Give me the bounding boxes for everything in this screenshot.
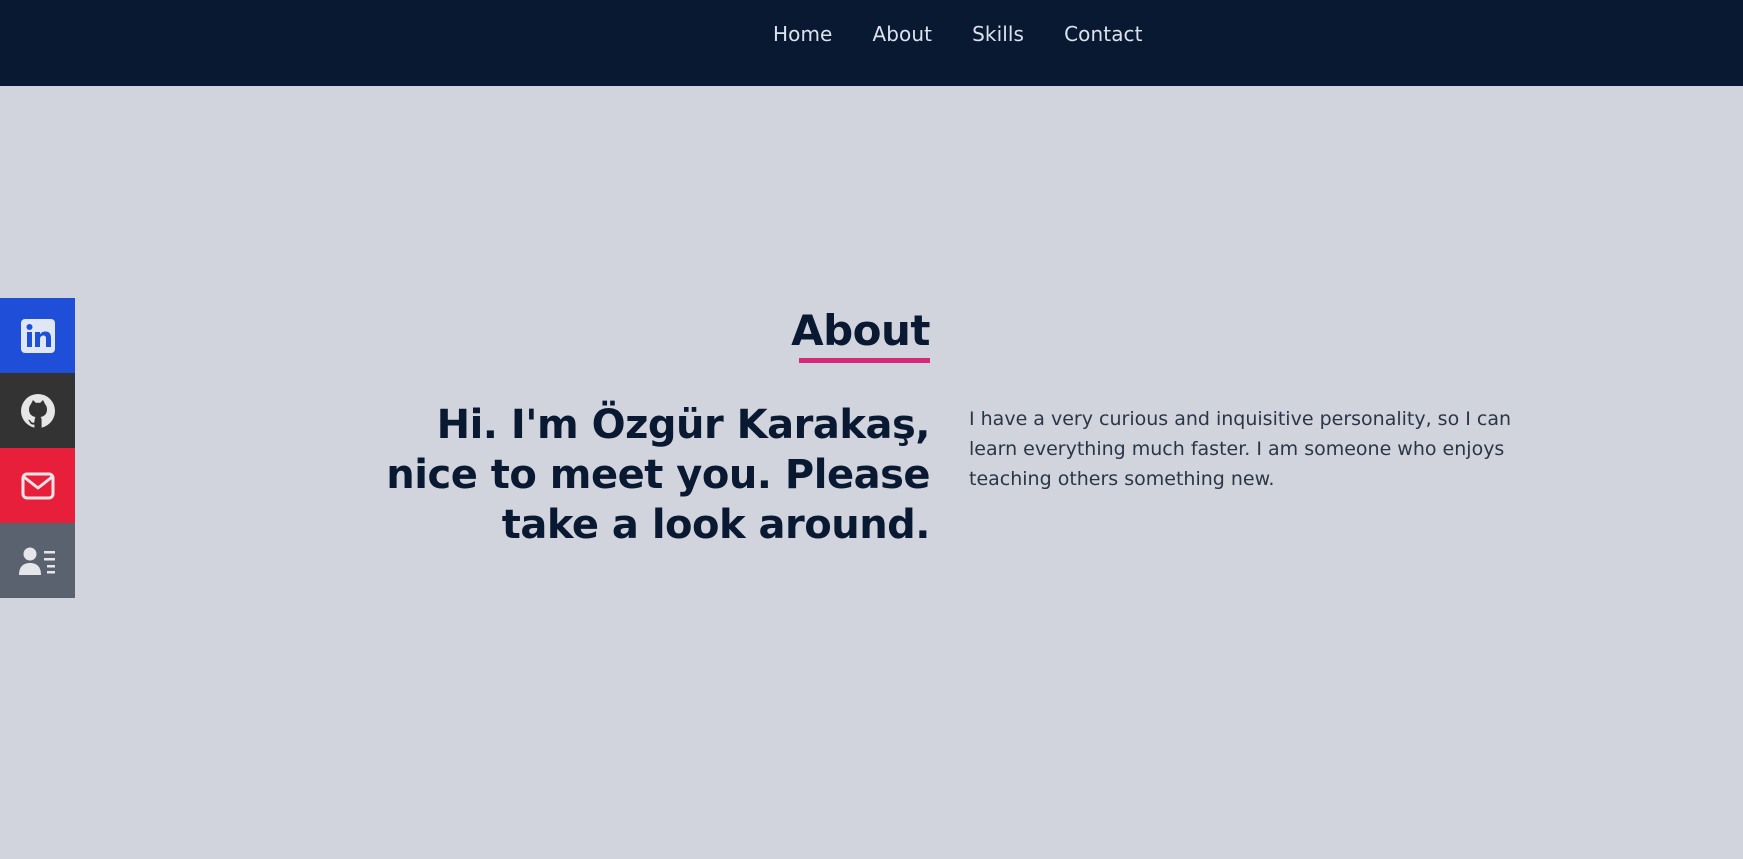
nav-contact-link[interactable]: Contact — [1064, 22, 1143, 46]
email-button[interactable] — [0, 448, 75, 523]
contact-button[interactable] — [0, 523, 75, 598]
nav-links: Home About Skills Contact — [773, 22, 1143, 46]
about-heading-block: About — [791, 306, 930, 364]
top-navbar: Home About Skills Contact — [0, 0, 1743, 86]
linkedin-button[interactable] — [0, 298, 75, 373]
linkedin-icon — [20, 318, 55, 353]
github-button[interactable] — [0, 373, 75, 448]
contact-card-icon — [18, 545, 57, 577]
intro-headline: Hi. I'm Özgür Karakaş, nice to meet you.… — [386, 402, 930, 548]
bio-paragraph: I have a very curious and inquisitive pe… — [969, 408, 1512, 490]
about-heading: About — [791, 306, 930, 355]
nav-home-link[interactable]: Home — [773, 22, 832, 46]
github-icon — [20, 393, 56, 429]
nav-about-link[interactable]: About — [872, 22, 932, 46]
heading-underline — [799, 358, 930, 364]
nav-skills-link[interactable]: Skills — [972, 22, 1024, 46]
mail-icon — [21, 472, 55, 500]
social-sidebar — [0, 298, 75, 598]
